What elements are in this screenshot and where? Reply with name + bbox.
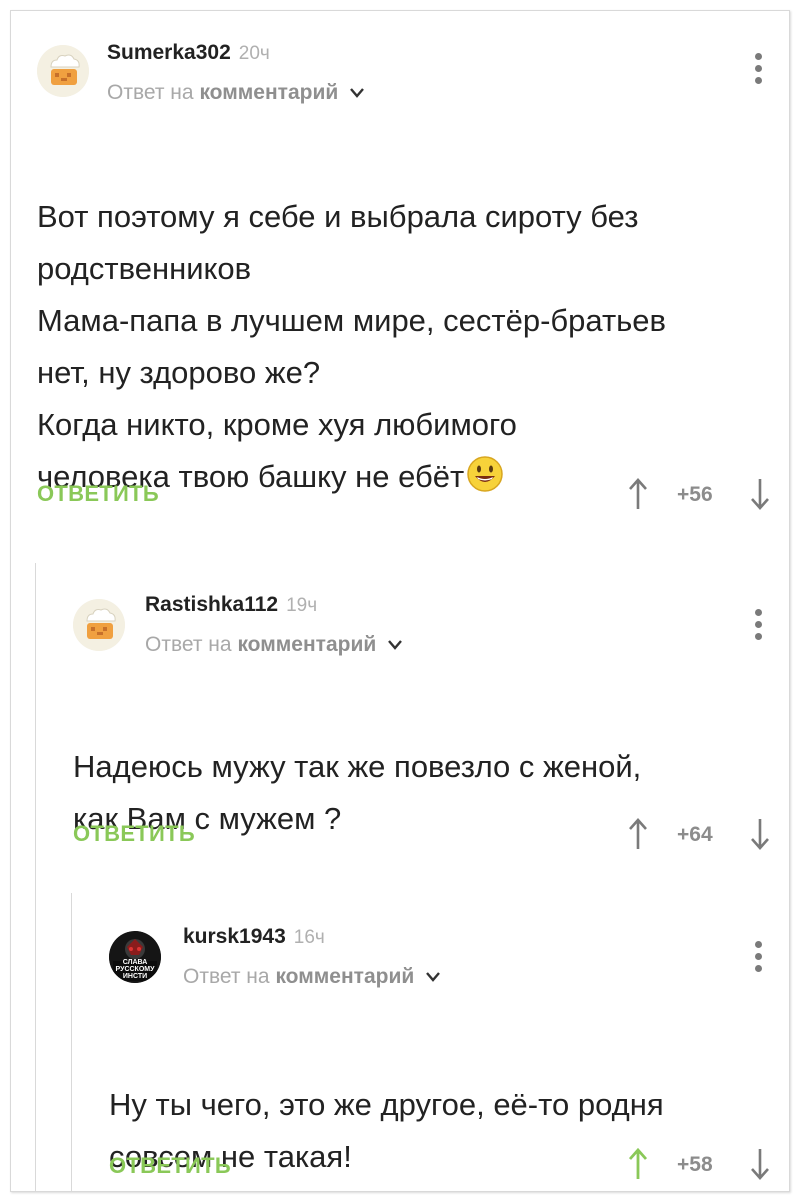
avatar-caption: СЛАВА РУССКОМУ ИНСТИ: [115, 959, 155, 980]
comment-author[interactable]: kursk1943 16ч: [183, 925, 325, 949]
thread-line[interactable]: [35, 563, 36, 1191]
upvote-icon[interactable]: [627, 817, 649, 851]
comment-author[interactable]: Rastishka112 19ч: [145, 593, 317, 617]
reply-to-link[interactable]: Ответ на комментарий: [183, 965, 441, 989]
chevron-down-icon[interactable]: [350, 88, 365, 99]
default-avatar-icon: [37, 45, 89, 97]
rating-score: +64: [677, 823, 713, 846]
comment: Sumerka302 20ч Ответ на комментарий Вот п…: [11, 11, 789, 551]
timestamp: 20ч: [238, 43, 270, 64]
timestamp: 16ч: [293, 927, 325, 948]
comment-body: Вот поэтому я себе и выбрала сироту без …: [37, 199, 667, 494]
vote-controls: +64: [617, 817, 777, 853]
chevron-down-icon[interactable]: [426, 972, 441, 983]
reply-button[interactable]: ОТВЕТИТЬ: [37, 481, 159, 507]
rating-score: +56: [677, 483, 713, 506]
comment-author[interactable]: Sumerka302 20ч: [107, 41, 270, 65]
reply-to-target[interactable]: комментарий: [275, 965, 414, 988]
reply-to-target[interactable]: комментарий: [199, 81, 338, 104]
avatar[interactable]: [73, 599, 125, 651]
default-avatar-icon: [73, 599, 125, 651]
rating-score: +58: [677, 1153, 713, 1176]
reply-to-prefix: Ответ на: [145, 633, 232, 656]
avatar[interactable]: [37, 45, 89, 97]
more-options-icon[interactable]: [753, 609, 763, 645]
reply-to-target[interactable]: комментарий: [237, 633, 376, 656]
comment: Rastishka112 19ч Ответ на комментарий Над…: [47, 571, 789, 891]
downvote-icon[interactable]: [749, 477, 771, 511]
comment-text: Вот поэтому я себе и выбрала сироту без …: [37, 139, 767, 503]
chevron-down-icon[interactable]: [388, 640, 403, 651]
reply-to-link[interactable]: Ответ на комментарий: [145, 633, 403, 657]
downvote-icon[interactable]: [749, 817, 771, 851]
reply-button[interactable]: ОТВЕТИТЬ: [109, 1153, 231, 1179]
comments-panel: Sumerka302 20ч Ответ на комментарий Вот п…: [10, 10, 790, 1192]
reply-to-prefix: Ответ на: [107, 81, 194, 104]
avatar[interactable]: СЛАВА РУССКОМУ ИНСТИ: [109, 931, 161, 983]
upvote-icon[interactable]: [627, 477, 649, 511]
username[interactable]: Sumerka302: [107, 41, 231, 64]
thread-line[interactable]: [71, 893, 72, 1191]
vote-controls: +58: [617, 1147, 777, 1183]
vote-controls: +56: [617, 477, 777, 513]
more-options-icon[interactable]: [753, 53, 763, 89]
upvote-icon[interactable]: [627, 1147, 649, 1181]
reply-button[interactable]: ОТВЕТИТЬ: [73, 821, 195, 847]
username[interactable]: Rastishka112: [145, 593, 278, 616]
smiling-face-icon: [467, 456, 503, 492]
more-options-icon[interactable]: [753, 941, 763, 977]
downvote-icon[interactable]: [749, 1147, 771, 1181]
reply-to-prefix: Ответ на: [183, 965, 270, 988]
comment: СЛАВА РУССКОМУ ИНСТИ kursk1943 16ч Ответ …: [81, 901, 789, 1191]
timestamp: 19ч: [286, 595, 318, 616]
reply-to-link[interactable]: Ответ на комментарий: [107, 81, 365, 105]
username[interactable]: kursk1943: [183, 925, 286, 948]
